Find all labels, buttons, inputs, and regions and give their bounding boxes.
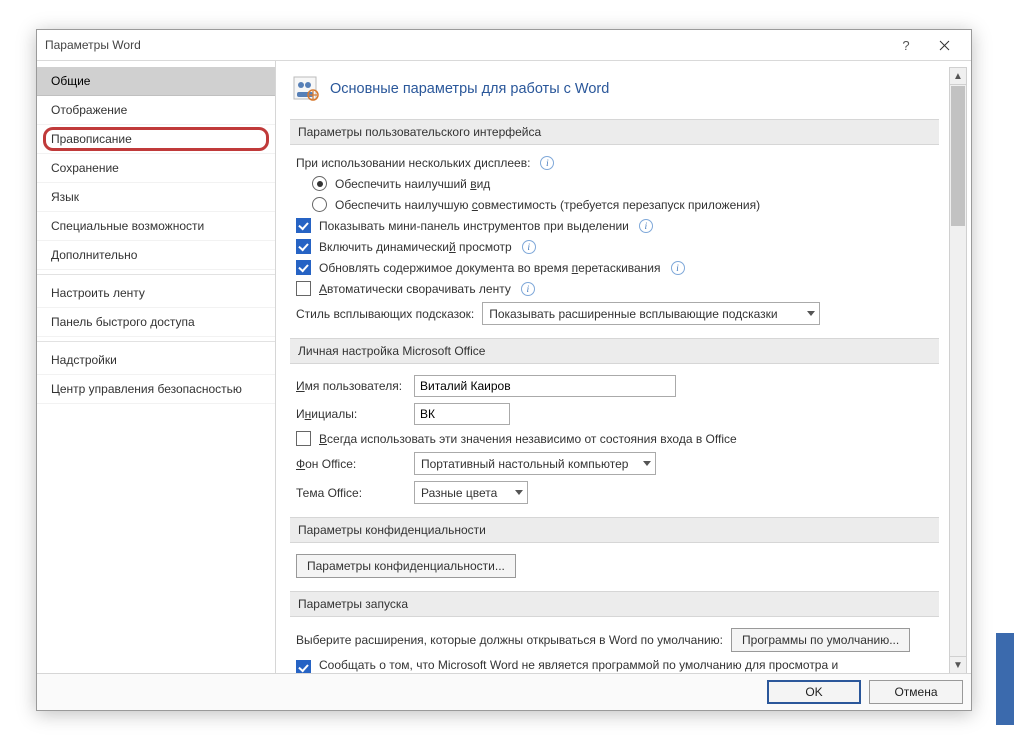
- nav-proofing[interactable]: Правописание: [37, 125, 275, 154]
- dialog-title: Параметры Word: [45, 38, 887, 52]
- radio-best-view-label: Обеспечить наилучший вид: [335, 177, 490, 191]
- default-programs-button[interactable]: Программы по умолчанию...: [731, 628, 910, 652]
- nav-advanced[interactable]: Дополнительно: [37, 241, 275, 270]
- tooltip-style-combo[interactable]: Показывать расширенные всплывающие подск…: [482, 302, 820, 325]
- multidisplay-label: При использовании нескольких дисплеев:: [296, 156, 530, 170]
- check-always-use[interactable]: [296, 431, 311, 446]
- privacy-settings-button[interactable]: Параметры конфиденциальности...: [296, 554, 516, 578]
- nav-customize-ribbon[interactable]: Настроить ленту: [37, 279, 275, 308]
- extensions-label: Выберите расширения, которые должны откр…: [296, 633, 723, 647]
- check-mini-toolbar-label: Показывать мини-панель инструментов при …: [319, 219, 629, 233]
- nav-accessibility[interactable]: Специальные возможности: [37, 212, 275, 241]
- nav-language[interactable]: Язык: [37, 183, 275, 212]
- radio-best-view[interactable]: [312, 176, 327, 191]
- check-always-use-label: Всегда использовать эти значения независ…: [319, 432, 737, 446]
- check-collapse-ribbon-label: Автоматически сворачивать ленту: [319, 282, 511, 296]
- ok-button[interactable]: OK: [767, 680, 861, 704]
- nav-addins[interactable]: Надстройки: [37, 346, 275, 375]
- page-title: Основные параметры для работы с Word: [330, 81, 609, 97]
- check-update-drag[interactable]: [296, 260, 311, 275]
- info-icon[interactable]: i: [671, 261, 685, 275]
- nav-sidebar: Общие Отображение Правописание Сохранени…: [37, 61, 276, 675]
- section-personal-header: Личная настройка Microsoft Office: [290, 338, 939, 364]
- check-collapse-ribbon[interactable]: [296, 281, 311, 296]
- close-icon: [939, 40, 950, 51]
- info-icon[interactable]: i: [639, 219, 653, 233]
- nav-quick-access[interactable]: Панель быстрого доступа: [37, 308, 275, 337]
- chevron-down-icon: [515, 490, 523, 495]
- initials-label: Инициалы:: [296, 407, 406, 421]
- nav-trust-center[interactable]: Центр управления безопасностью: [37, 375, 275, 404]
- close-button[interactable]: [925, 30, 963, 60]
- info-icon[interactable]: i: [540, 156, 554, 170]
- info-icon[interactable]: i: [522, 240, 536, 254]
- scroll-up-icon[interactable]: ▲: [950, 68, 966, 85]
- username-input[interactable]: [414, 375, 676, 397]
- tooltip-style-label: Стиль всплывающих подсказок:: [296, 307, 474, 321]
- help-button[interactable]: ?: [887, 30, 925, 60]
- radio-best-compatibility-label: Обеспечить наилучшую совместимость (треб…: [335, 198, 760, 212]
- nav-save[interactable]: Сохранение: [37, 154, 275, 183]
- office-theme-label: Тема Office:: [296, 486, 406, 500]
- check-update-drag-label: Обновлять содержимое документа во время …: [319, 261, 661, 275]
- username-label: Имя пользователя:: [296, 379, 406, 393]
- initials-input[interactable]: [414, 403, 510, 425]
- check-notify-default-label: Сообщать о том, что Microsoft Word не яв…: [319, 658, 909, 674]
- check-mini-toolbar[interactable]: [296, 218, 311, 233]
- check-live-preview[interactable]: [296, 239, 311, 254]
- section-privacy-header: Параметры конфиденциальности: [290, 517, 939, 543]
- section-startup-header: Параметры запуска: [290, 591, 939, 617]
- cancel-button[interactable]: Отмена: [869, 680, 963, 704]
- section-ui-header: Параметры пользовательского интерфейса: [290, 119, 939, 145]
- scrollbar[interactable]: ▲ ▼: [949, 67, 967, 674]
- scroll-down-icon[interactable]: ▼: [950, 656, 966, 673]
- info-icon[interactable]: i: [521, 282, 535, 296]
- nav-display[interactable]: Отображение: [37, 96, 275, 125]
- header-icon: [292, 75, 320, 103]
- nav-general[interactable]: Общие: [37, 67, 275, 96]
- office-theme-combo[interactable]: Разные цвета: [414, 481, 528, 504]
- radio-best-compatibility[interactable]: [312, 197, 327, 212]
- check-live-preview-label: Включить динамический просмотр: [319, 240, 512, 254]
- chevron-down-icon: [807, 311, 815, 316]
- office-bg-label: Фон Office:: [296, 457, 406, 471]
- scroll-thumb[interactable]: [951, 86, 965, 226]
- check-notify-default[interactable]: [296, 660, 311, 674]
- chevron-down-icon: [643, 461, 651, 466]
- office-bg-combo[interactable]: Портативный настольный компьютер: [414, 452, 656, 475]
